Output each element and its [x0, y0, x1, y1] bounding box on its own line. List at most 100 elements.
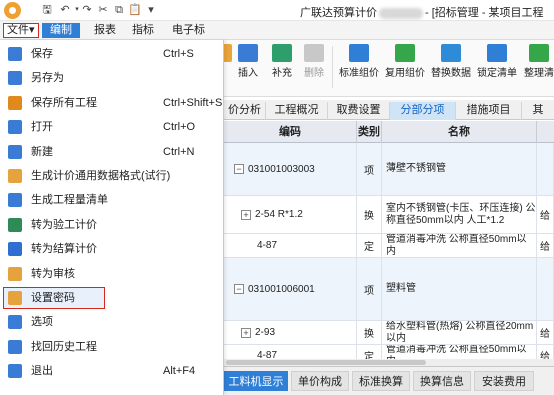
cell-code[interactable]: −031001006001	[224, 258, 357, 320]
table-row[interactable]: −031001006001 项塑料管	[224, 258, 554, 321]
file-menu-item-label: 设置密码	[31, 292, 75, 304]
cell-type[interactable]: 项	[357, 143, 382, 195]
menu-etender[interactable]: 电子标	[168, 23, 209, 38]
file-menu-item[interactable]: 生成计价通用数据格式(试行)	[0, 164, 224, 188]
file-menu-item[interactable]: 生成工程量清单	[0, 188, 224, 212]
bottom-tab-labor-material[interactable]: 工料机显示	[224, 371, 288, 391]
table-row[interactable]: +2-54 R*1.2 换室内不锈钢管(卡压、环压连接) 公称直径50mm以内 人…	[224, 196, 554, 234]
options-icon	[8, 315, 22, 330]
expand-icon[interactable]: +	[241, 209, 251, 220]
file-menu-item[interactable]: 转为审核	[0, 262, 224, 286]
cell-extra[interactable]: 给	[537, 234, 554, 257]
tab-price-analysis[interactable]: 价分析	[224, 102, 266, 120]
cell-code[interactable]: 4-87	[224, 234, 357, 257]
toolbar-delete-button[interactable]: 删除	[296, 42, 332, 79]
header-name[interactable]: 名称	[382, 121, 537, 143]
save-quick-icon[interactable]: 🖫	[40, 3, 54, 17]
toolbar-insert-label: 插入	[238, 68, 258, 79]
bottom-tabs: 工料机显示 单价构成 标准换算 换算信息 安装费用	[224, 366, 554, 395]
toolbar-insert-button[interactable]: 插入	[230, 42, 266, 79]
menu-report[interactable]: 报表	[90, 23, 120, 38]
header-code[interactable]: 编码	[224, 121, 357, 143]
menu-edit[interactable]: 编制	[42, 23, 80, 38]
menu-index[interactable]: 指标	[128, 23, 158, 38]
copy-icon[interactable]: ⧉	[112, 3, 126, 17]
cell-name[interactable]: 给水塑料管(热熔) 公称直径20mm以内	[382, 321, 537, 344]
file-menu-item[interactable]: 另存为	[0, 66, 224, 90]
file-menu-item-label: 保存所有工程	[31, 96, 97, 109]
convert-settlement-icon	[8, 242, 22, 257]
replace-data-icon	[441, 44, 461, 62]
cell-code[interactable]: +2-54 R*1.2	[224, 196, 357, 233]
cell-extra[interactable]: 给	[537, 196, 554, 233]
cell-type[interactable]: 项	[357, 258, 382, 320]
header-extra[interactable]	[537, 121, 554, 143]
cell-code[interactable]: +2-93	[224, 321, 357, 344]
tab-fee-settings[interactable]: 取费设置	[328, 102, 390, 120]
cut-icon[interactable]: ✂	[96, 3, 110, 17]
cell-extra[interactable]: 给	[537, 321, 554, 344]
tab-measures[interactable]: 措施项目	[456, 102, 522, 120]
cell-name[interactable]: 室内不锈钢管(卡压、环压连接) 公称直径50mm以内 人工*1.2	[382, 196, 537, 233]
toolbar-reuse-price-button[interactable]: 复用组价	[384, 42, 426, 79]
toolbar-replace-data-label: 替换数据	[431, 68, 471, 79]
toolbar-divider	[332, 46, 333, 88]
bottom-tab-unit-price[interactable]: 单价构成	[291, 371, 349, 391]
toolbar-organize-button[interactable]: 整理清	[522, 42, 554, 79]
file-menu-item-shortcut: Ctrl+N	[163, 145, 195, 158]
table-row[interactable]: +2-93 换给水塑料管(热熔) 公称直径20mm以内给	[224, 321, 554, 345]
menu-file[interactable]: 文件▾	[3, 23, 39, 38]
expand-icon[interactable]: +	[241, 327, 251, 338]
tab-other[interactable]: 其	[522, 102, 554, 120]
cell-name[interactable]: 塑料管	[382, 258, 537, 320]
redacted-block	[379, 7, 423, 19]
horizontal-scrollbar[interactable]	[224, 359, 554, 366]
bottom-tab-install-fee[interactable]: 安装费用	[474, 371, 534, 391]
file-menu-item[interactable]: 新建 Ctrl+N	[0, 140, 224, 164]
cell-code-text: 4-87	[257, 240, 278, 251]
file-menu-item[interactable]: 保存 Ctrl+S	[0, 42, 224, 66]
file-menu-item[interactable]: 找回历史工程	[0, 335, 224, 359]
redo-icon[interactable]: ↷	[80, 3, 94, 17]
bottom-tab-standard-conversion[interactable]: 标准换算	[352, 371, 410, 391]
file-menu-item[interactable]: 选项	[0, 310, 224, 334]
convert-verify-icon	[8, 217, 22, 232]
file-menu-item-label: 生成工程量清单	[31, 194, 108, 207]
cell-type[interactable]: 换	[357, 196, 382, 233]
toolbar-standard-price-button[interactable]: 标准组价	[338, 42, 380, 79]
cell-code[interactable]: −031001003003	[224, 143, 357, 195]
file-menu-item[interactable]: 转为结算计价	[0, 237, 224, 261]
file-menu-item[interactable]: 转为验工计价	[0, 213, 224, 237]
grid-header: 编码 类别 名称	[224, 121, 554, 143]
cell-name[interactable]: 薄壁不锈钢管	[382, 143, 537, 195]
cell-code-text: 2-54 R*1.2	[255, 209, 303, 220]
supplement-icon	[272, 44, 292, 62]
collapse-icon[interactable]: −	[234, 164, 244, 174]
cell-name[interactable]: 管道消毒冲洗 公称直径50mm以内	[382, 234, 537, 257]
toolbar-supplement-button[interactable]: 补充	[264, 42, 300, 79]
tab-project-overview[interactable]: 工程概况	[266, 102, 328, 120]
generate-list-icon	[8, 193, 22, 208]
header-type[interactable]: 类别	[357, 121, 382, 143]
save-icon	[8, 47, 22, 61]
cell-code-text: 2-93	[255, 327, 276, 338]
cell-type[interactable]: 换	[357, 321, 382, 344]
tab-sub-items[interactable]: 分部分项	[390, 102, 456, 120]
file-menu-item[interactable]: 打开 Ctrl+O	[0, 115, 224, 139]
collapse-icon[interactable]: −	[234, 284, 244, 294]
toolbar-replace-data-button[interactable]: 替换数据	[430, 42, 472, 79]
toolbar-lock-list-button[interactable]: 锁定清单	[476, 42, 518, 79]
table-row[interactable]: 4-87 定管道消毒冲洗 公称直径50mm以内给	[224, 234, 554, 258]
title-bar: 🖫 ↶ ▾ ↷ ✂ ⧉ 📋 ▾ 广联达预算计价 - [招标管理 - 某项目工程	[0, 0, 554, 21]
bottom-tab-conversion-info[interactable]: 换算信息	[413, 371, 471, 391]
cell-type[interactable]: 定	[357, 234, 382, 257]
ribbon-toolbar: 插入 补充 删除 标准组价 复用组价 替换数据 锁定清单 整理清	[222, 40, 554, 97]
file-menu-item[interactable]: 退出 Alt+F4	[0, 359, 224, 383]
cell-extra[interactable]	[537, 258, 554, 320]
file-menu-item[interactable]: 保存所有工程 Ctrl+Shift+S	[0, 91, 224, 115]
more-quick-icon[interactable]: ▾	[144, 3, 158, 17]
file-menu-item[interactable]: 设置密码	[0, 286, 224, 310]
cell-extra[interactable]	[537, 143, 554, 195]
paste-icon[interactable]: 📋	[128, 3, 142, 17]
table-row[interactable]: −031001003003 项薄壁不锈钢管	[224, 143, 554, 196]
